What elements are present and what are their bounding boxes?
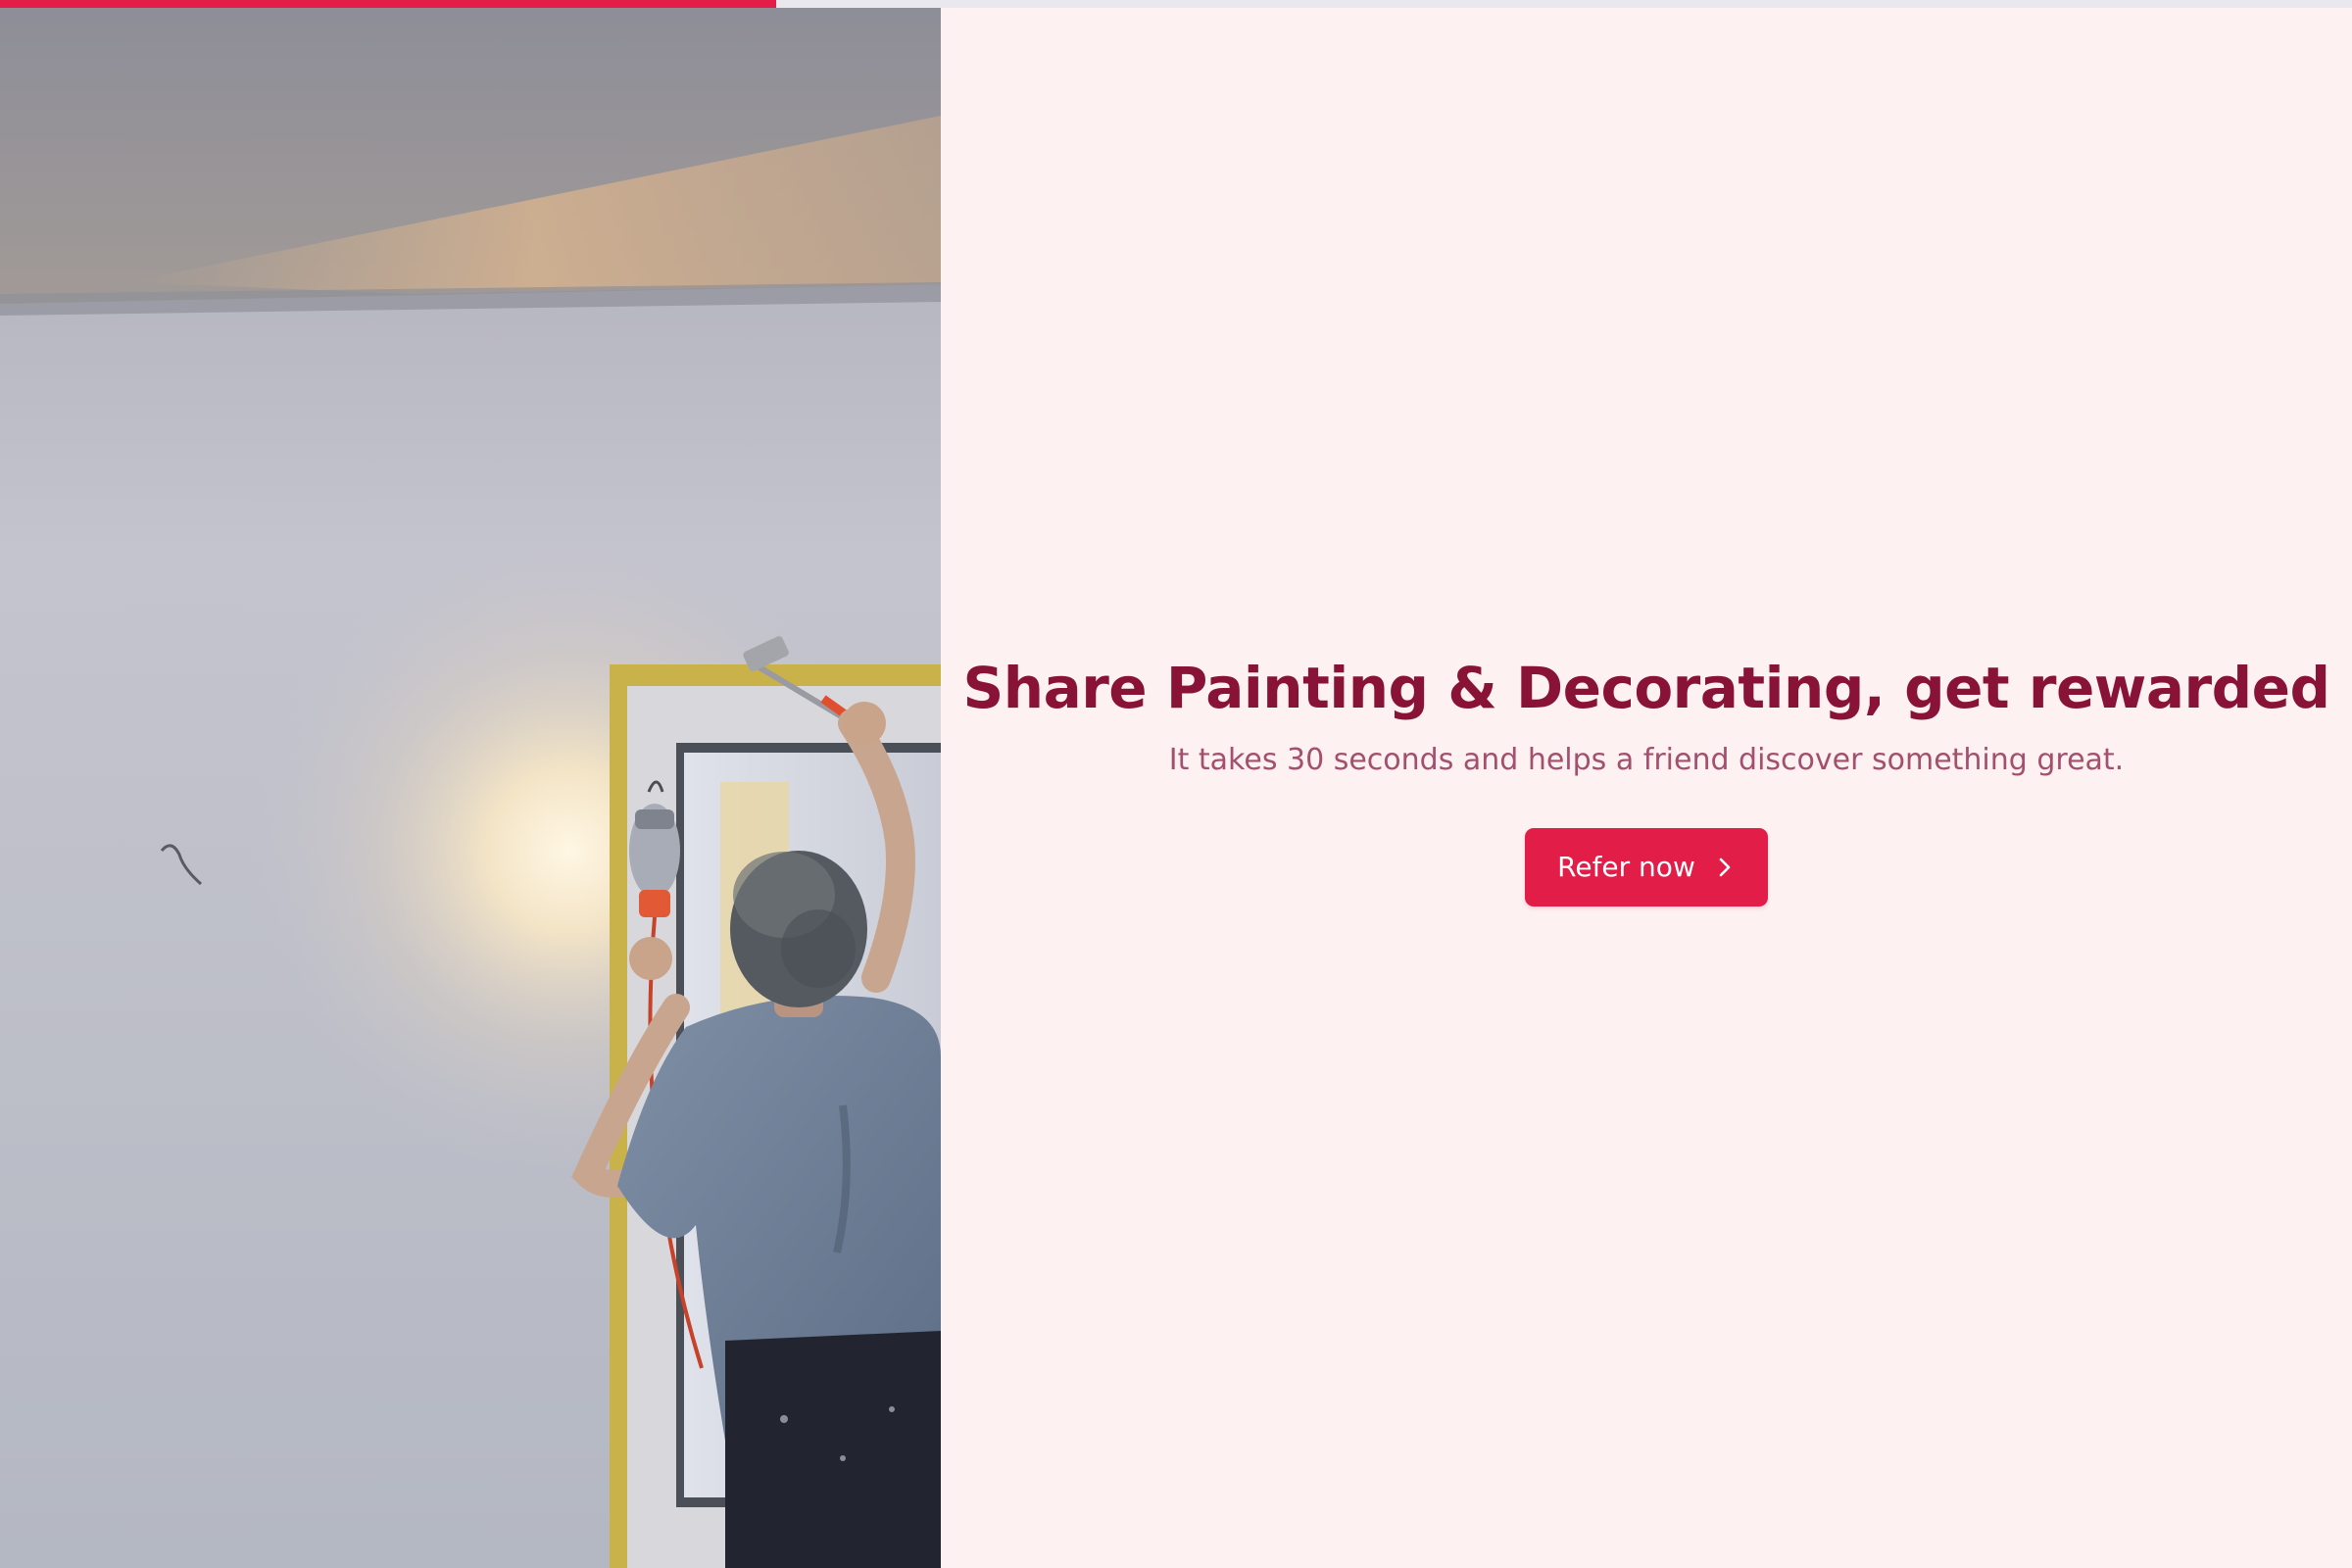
- refer-now-button[interactable]: Refer now: [1525, 827, 1768, 906]
- referral-page: Share Painting & Decorating, get rewarde…: [0, 0, 2352, 1568]
- refer-now-label: Refer now: [1557, 851, 1695, 883]
- page-subtitle: It takes 30 seconds and helps a friend d…: [1168, 742, 2125, 777]
- hero-image: [0, 8, 941, 1568]
- referral-card: Share Painting & Decorating, get rewarde…: [963, 655, 2330, 906]
- painter-photo: [0, 8, 941, 1568]
- chevron-right-icon: [1719, 858, 1731, 876]
- page-title: Share Painting & Decorating, get rewarde…: [962, 654, 2330, 721]
- progress-bar-fill: [0, 0, 776, 8]
- referral-content: Share Painting & Decorating, get rewarde…: [941, 8, 2352, 1568]
- progress-bar: [0, 0, 2352, 8]
